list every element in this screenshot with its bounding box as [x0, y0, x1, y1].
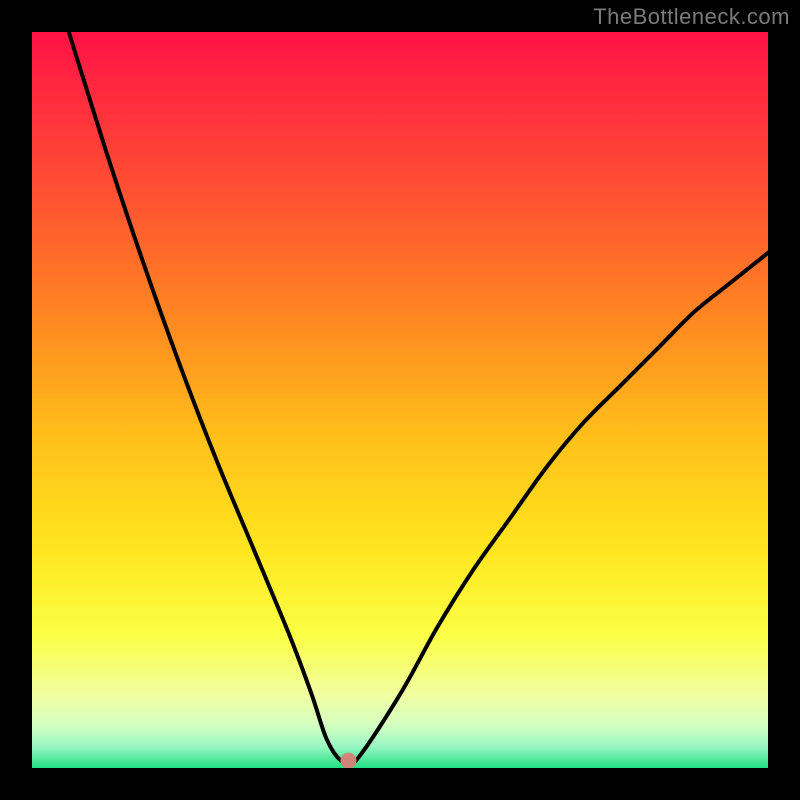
current-config-marker: [32, 32, 768, 768]
plot-area: [32, 32, 768, 768]
watermark-text: TheBottleneck.com: [593, 4, 790, 30]
chart-container: TheBottleneck.com: [0, 0, 800, 800]
